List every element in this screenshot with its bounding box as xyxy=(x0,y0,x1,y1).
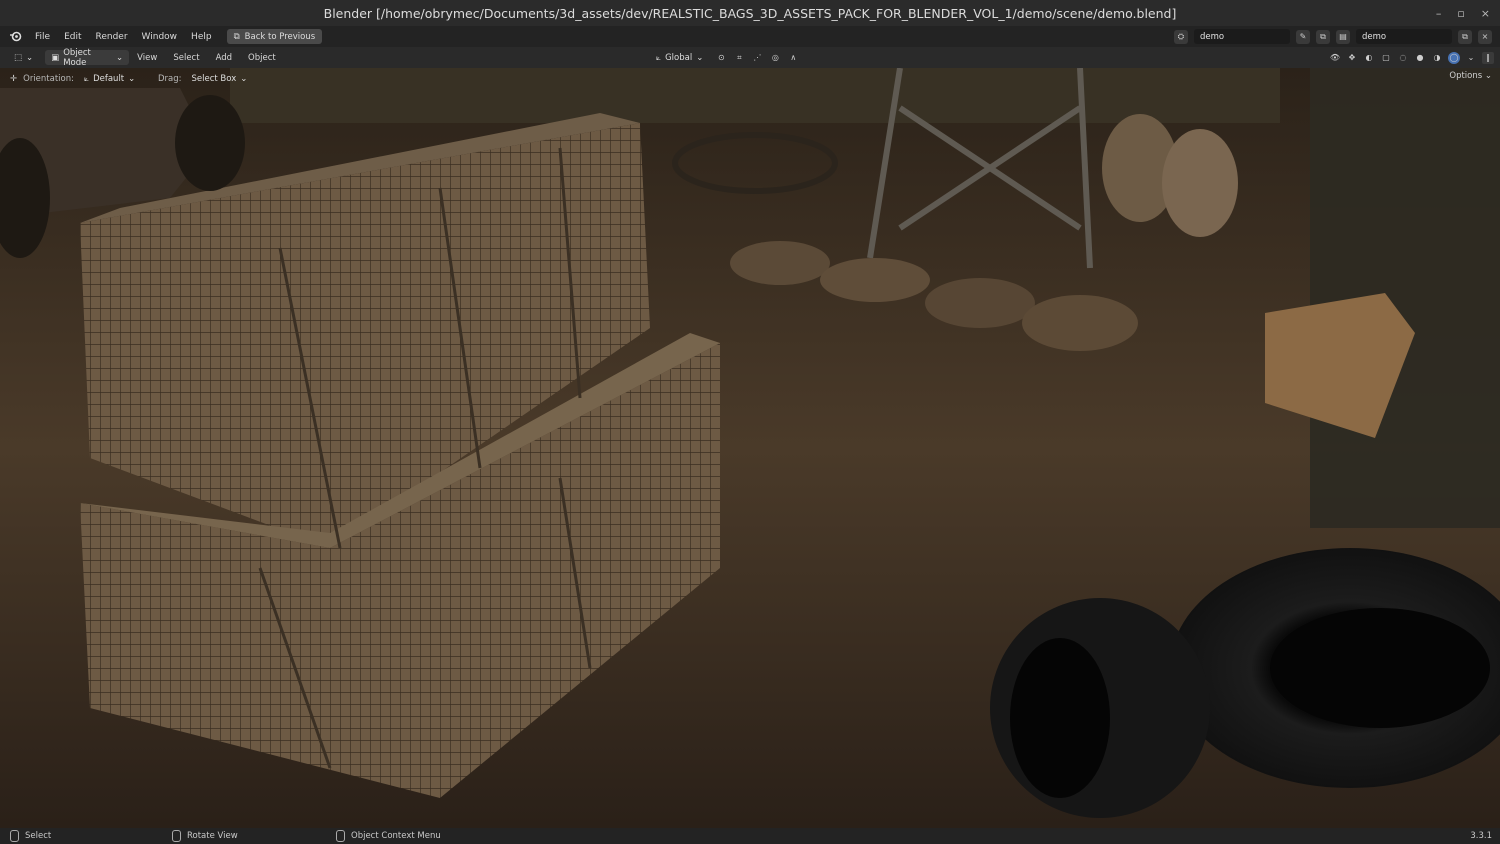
tool-options-bar: ✛ Orientation: ⟀ Default ⌄ Drag: Select … xyxy=(0,68,1500,89)
overlay-icon[interactable]: ◐ xyxy=(1363,52,1375,64)
gizmo-icon[interactable]: ✥ xyxy=(1346,52,1358,64)
menu-object[interactable]: Object xyxy=(240,53,284,63)
window-titlebar: Blender [/home/obrymec/Documents/3d_asse… xyxy=(0,0,1500,26)
status-rotate-label: Rotate View xyxy=(187,831,238,841)
3d-viewport-icon: ⬚ xyxy=(14,52,23,63)
orientation-default-icon: ⟀ xyxy=(83,73,90,84)
top-menubar: File Edit Render Window Help ⧉ Back to P… xyxy=(0,26,1500,47)
orientation-option-value: Default xyxy=(93,73,125,84)
menu-select[interactable]: Select xyxy=(165,53,207,63)
menu-view[interactable]: View xyxy=(129,53,165,63)
mouse-left-icon xyxy=(10,830,19,842)
viewport-shading-controls: 👁 ✥ ◐ ▢ ◌ ● ◑ ◯ ⌄ ‖ xyxy=(1329,47,1494,68)
rendered-scene xyxy=(0,68,1500,828)
viewport-header: ⬚ ⌄ ▣ Object Mode ⌄ View Select Add Objec… xyxy=(0,47,1500,68)
mode-label: Object Mode xyxy=(63,47,91,68)
wireframe-shading-icon[interactable]: ◌ xyxy=(1397,52,1409,64)
status-version: 3.3.1 xyxy=(1470,828,1492,844)
status-context: Object Context Menu xyxy=(336,828,441,844)
3d-viewport[interactable]: ✛ Orientation: ⟀ Default ⌄ Drag: Select … xyxy=(0,68,1500,828)
status-context-label: Object Context Menu xyxy=(351,831,441,841)
pin-scene-icon[interactable]: ✎ xyxy=(1296,29,1310,44)
snap-target-icon[interactable]: ⋰ xyxy=(751,52,763,64)
orientation-option-dropdown[interactable]: ⟀ Default ⌄ xyxy=(78,71,152,86)
chevron-down-icon: ⌄ xyxy=(696,52,704,63)
transform-tool-icon[interactable]: ✛ xyxy=(10,74,17,84)
solid-shading-icon[interactable]: ● xyxy=(1414,52,1426,64)
version-label: 3.3.1 xyxy=(1470,831,1492,841)
pivot-point-icon[interactable]: ⊙ xyxy=(715,52,727,64)
new-scene-icon[interactable]: ⧉ xyxy=(1316,29,1330,44)
scene-icon[interactable]: ⛭ xyxy=(1174,29,1188,44)
status-select: Select xyxy=(10,828,51,844)
minimize-button[interactable]: – xyxy=(1436,7,1442,20)
maximize-button[interactable]: ▫ xyxy=(1457,7,1464,20)
scene-selectors: ⛭ demo ✎ ⧉ ▤ demo ⧉ × xyxy=(1174,26,1492,47)
view-layer-icon[interactable]: ▤ xyxy=(1336,29,1350,44)
chevron-down-icon: ⌄ xyxy=(26,52,34,63)
drag-option-value: Select Box xyxy=(191,73,237,84)
chevron-down-icon: ⌄ xyxy=(116,52,124,63)
menu-render[interactable]: Render xyxy=(89,32,135,42)
drag-option-dropdown[interactable]: Select Box ⌄ xyxy=(186,71,254,86)
mode-dropdown[interactable]: ▣ Object Mode ⌄ xyxy=(45,47,130,68)
blender-logo-icon[interactable] xyxy=(8,30,22,44)
proportional-editing-icon[interactable]: ◎ xyxy=(769,52,781,64)
chevron-down-icon: ⌄ xyxy=(128,73,136,84)
chevron-down-icon[interactable]: ⌄ xyxy=(1465,52,1477,64)
orientation-icon: ⟀ xyxy=(656,52,662,63)
material-shading-icon[interactable]: ◑ xyxy=(1431,52,1443,64)
window-title: Blender [/home/obrymec/Documents/3d_asse… xyxy=(323,5,1177,21)
new-view-layer-icon[interactable]: ⧉ xyxy=(1458,29,1472,44)
chevron-down-icon: ⌄ xyxy=(240,73,248,84)
remove-view-layer-icon[interactable]: × xyxy=(1478,29,1492,44)
options-label: Options xyxy=(1449,71,1483,81)
status-rotate: Rotate View xyxy=(172,828,238,844)
back-to-previous-label: Back to Previous xyxy=(244,31,316,42)
editor-type-dropdown[interactable]: ⬚ ⌄ xyxy=(8,50,39,65)
drag-option-label: Drag: xyxy=(157,73,182,84)
orientation-option-label: Orientation: xyxy=(23,73,74,84)
snap-icon[interactable]: ⌗ xyxy=(733,52,745,64)
transform-controls: ⟀ Global ⌄ ⊙ ⌗ ⋰ ◎ ∧ xyxy=(650,47,799,68)
menu-help[interactable]: Help xyxy=(184,32,219,42)
rendered-shading-icon[interactable]: ◯ xyxy=(1448,51,1460,64)
view-layer-field[interactable]: demo xyxy=(1356,29,1452,44)
back-to-previous-button[interactable]: ⧉ Back to Previous xyxy=(226,29,323,44)
orientation-dropdown[interactable]: ⟀ Global ⌄ xyxy=(650,50,709,65)
orientation-label: Global xyxy=(665,52,693,63)
status-select-label: Select xyxy=(25,831,52,841)
status-bar: Select Rotate View Object Context Menu 3… xyxy=(0,828,1500,844)
falloff-icon[interactable]: ∧ xyxy=(787,52,799,64)
visibility-icon[interactable]: 👁 xyxy=(1329,52,1341,64)
mouse-right-icon xyxy=(336,830,345,842)
close-button[interactable]: × xyxy=(1481,7,1490,20)
xray-icon[interactable]: ▢ xyxy=(1380,52,1392,64)
screen-back-icon: ⧉ xyxy=(233,31,240,42)
scene-name-field[interactable]: demo xyxy=(1194,29,1290,44)
view-layer-name: demo xyxy=(1362,31,1387,42)
menu-add[interactable]: Add xyxy=(208,53,240,63)
scene-name: demo xyxy=(1200,31,1225,42)
window-controls: – ▫ × xyxy=(1436,0,1490,26)
sidebar-toggle-icon[interactable]: ‖ xyxy=(1482,51,1494,64)
mouse-middle-icon xyxy=(172,830,181,842)
menu-file[interactable]: File xyxy=(28,32,57,42)
menu-edit[interactable]: Edit xyxy=(57,32,88,42)
object-mode-icon: ▣ xyxy=(51,52,60,63)
options-button[interactable]: Options ⌄ xyxy=(1449,71,1492,81)
menu-window[interactable]: Window xyxy=(135,32,185,42)
